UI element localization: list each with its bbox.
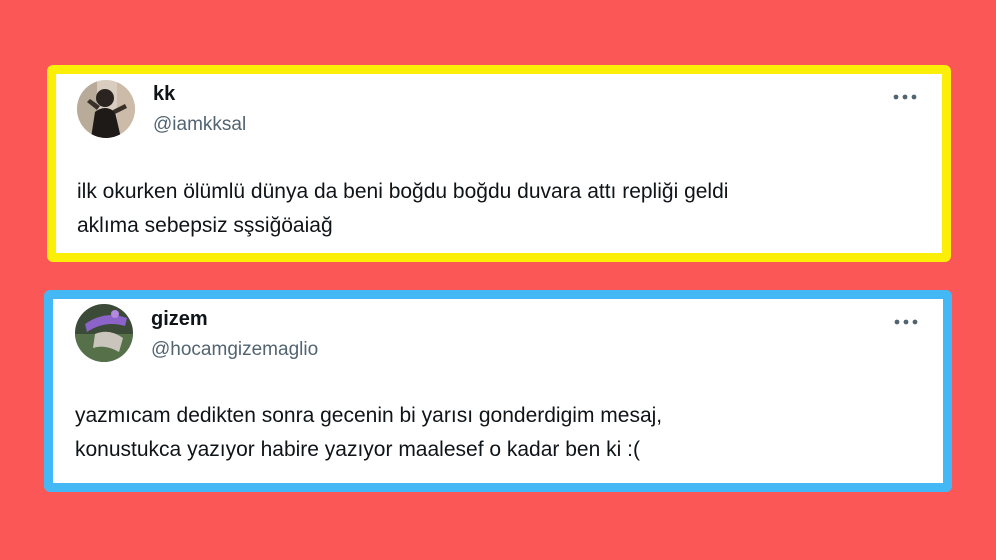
tweet-text-line: ilk okurken ölümlü dünya da beni boğdu b… bbox=[77, 180, 729, 203]
display-name[interactable]: kk bbox=[153, 83, 175, 106]
username-handle[interactable]: @hocamgizemaglio bbox=[151, 339, 318, 361]
avatar[interactable] bbox=[77, 80, 135, 138]
username-handle[interactable]: @iamkksal bbox=[153, 114, 246, 136]
tweet-text-line: yazmıcam dedikten sonra gecenin bi yarıs… bbox=[75, 404, 663, 427]
more-options-icon[interactable] bbox=[893, 315, 919, 327]
tweet-card-kk[interactable]: kk @iamkksal ilk okurken ölümlü dünya da… bbox=[47, 65, 951, 262]
tweet-text: ilk okurken ölümlü dünya da beni boğdu b… bbox=[77, 175, 927, 243]
tweet-card-gizem[interactable]: gizem @hocamgizemaglio yazmıcam dedikten… bbox=[44, 290, 952, 492]
profile-photo-icon bbox=[77, 80, 135, 138]
profile-photo-icon bbox=[75, 304, 133, 362]
display-name[interactable]: gizem bbox=[151, 308, 208, 331]
tweet-text: yazmıcam dedikten sonra gecenin bi yarıs… bbox=[75, 399, 925, 467]
avatar[interactable] bbox=[75, 304, 133, 362]
tweet-text-line: konustukca yazıyor habire yazıyor maales… bbox=[75, 438, 640, 461]
more-options-icon[interactable] bbox=[892, 90, 918, 102]
tweet-text-line: aklıma sebepsiz sşsiğöaiağ bbox=[77, 214, 333, 237]
